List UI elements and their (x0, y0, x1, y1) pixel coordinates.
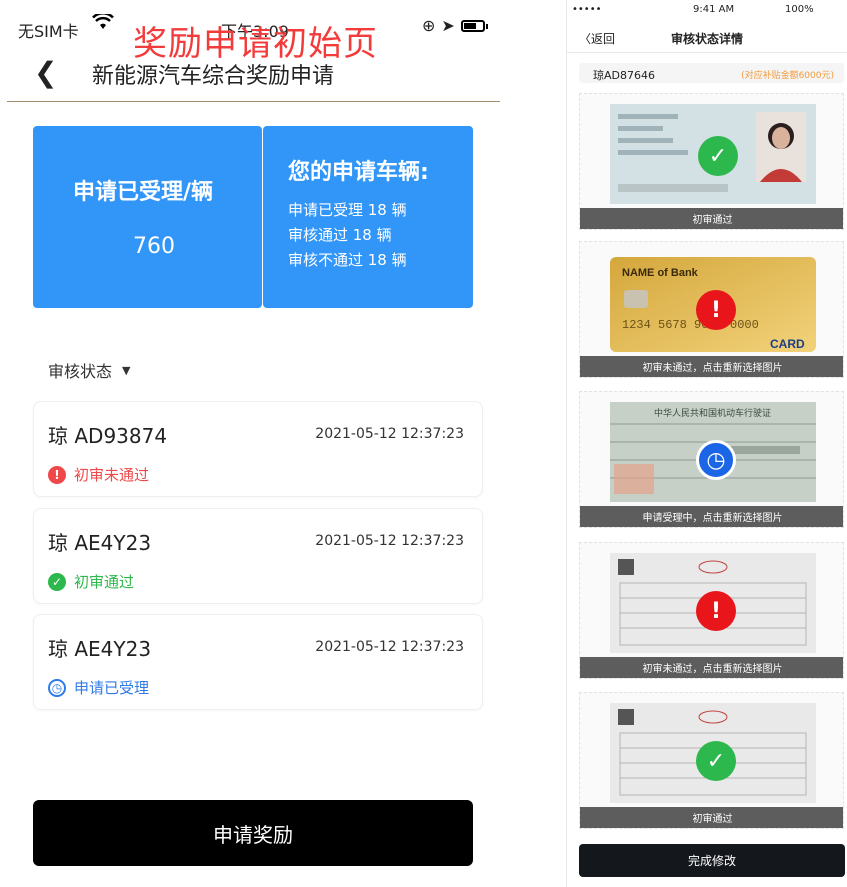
nav-bar: 〈返回 审核状态详情 (567, 24, 847, 54)
vehicles-title: 您的申请车辆: (288, 160, 429, 185)
accepted-card: 申请已受理/辆 760 (33, 126, 262, 308)
finish-edit-button[interactable]: 完成修改 (579, 844, 845, 877)
record-datetime: 2021-05-12 12:37:23 (315, 426, 464, 442)
clock-icon: ◷ (48, 678, 66, 697)
document-slot-bank-card[interactable]: NAME of Bank 1234 5678 9000 0000 CARD ! … (579, 241, 844, 378)
record-status-label: 申请已受理 (74, 679, 150, 697)
record-status: ✓ 初审通过 (48, 571, 134, 592)
check-icon: ✓ (48, 572, 66, 591)
subsidy-amount: (对应补贴金额6000元) (741, 71, 834, 81)
record-status: ◷ 申请已受理 (48, 677, 149, 698)
signal-icon: ••••• (572, 4, 602, 15)
card-number: 1234 5678 9000 0000 (622, 318, 759, 332)
record-status-label: 初审通过 (74, 573, 135, 591)
caret-down-icon: ▼ (122, 363, 131, 377)
check-circle-icon: ✓ (696, 741, 736, 781)
accepted-label: 申请已受理/辆 (73, 180, 214, 205)
page-title: 审核状态详情 (671, 32, 744, 46)
location-icon: ➤ (441, 16, 455, 35)
back-chevron-icon[interactable]: ❮ (34, 56, 57, 89)
clock: 9:41 AM (693, 4, 735, 15)
document-slot-vehicle-license[interactable]: 中华人民共和国机动车行驶证 ◷ 申请受理中，点击重新选择图片 (579, 391, 844, 528)
accepted-count: 760 (133, 234, 175, 259)
record-card[interactable]: 琼 AE4Y23 2021-05-12 12:37:23 ◷ 申请已受理 (33, 614, 483, 710)
nav-bar: ❮ 新能源汽车综合奖励申请 (0, 52, 510, 100)
record-datetime: 2021-05-12 12:37:23 (315, 533, 464, 549)
approved-line: 审核通过 18 辆 (288, 226, 392, 244)
record-status: ! 初审未通过 (48, 464, 149, 485)
nav-divider (7, 101, 500, 102)
plate-number: 琼 AE4Y23 (48, 531, 152, 555)
license-title: 中华人民共和国机动车行驶证 (654, 407, 771, 419)
record-card[interactable]: 琼 AE4Y23 2021-05-12 12:37:23 ✓ 初审通过 (33, 508, 483, 604)
battery-icon (460, 19, 488, 32)
alert-circle-icon: ! (696, 591, 736, 631)
rejected-line: 审核不通过 18 辆 (288, 251, 407, 269)
left-screen: 无SIM卡 下午3:09 ⊕ ➤ 奖励申请初始页 ❮ 新能源汽车综合奖励申请 申… (0, 0, 510, 887)
vehicles-card: 您的申请车辆: 申请已受理 18 辆 审核通过 18 辆 审核不通过 18 辆 (263, 126, 473, 308)
carrier-label: 无SIM卡 (18, 22, 79, 41)
document-status: 初审通过 (580, 807, 843, 828)
battery-label: 100% (785, 4, 814, 15)
back-button[interactable]: 〈返回 (579, 30, 615, 47)
check-circle-icon: ✓ (698, 136, 738, 176)
plate-number: 琼AD87646 (593, 69, 655, 82)
document-slot-id-card[interactable]: ✓ 初审通过 (579, 93, 844, 230)
document-status: 初审未通过，点击重新选择图片 (580, 657, 843, 678)
accepted-line: 申请已受理 18 辆 (288, 201, 407, 219)
status-filter-label: 审核状态 (48, 362, 113, 381)
plate-number: 琼 AE4Y23 (48, 637, 152, 661)
document-slot-invoice[interactable]: ✓ 初审通过 (579, 692, 844, 829)
alert-icon: ! (48, 465, 66, 484)
page-title: 新能源汽车综合奖励申请 (92, 64, 335, 89)
plate-number: 琼 AD93874 (48, 424, 168, 448)
lock-rotation-icon: ⊕ (422, 16, 436, 35)
document-status: 初审未通过，点击重新选择图片 (580, 356, 843, 377)
nav-divider (567, 52, 847, 53)
status-bar: ••••• 9:41 AM 100% (567, 0, 847, 20)
document-slot-invoice[interactable]: ! 初审未通过，点击重新选择图片 (579, 542, 844, 679)
record-status-label: 初审未通过 (74, 466, 150, 484)
status-icons: ⊕ ➤ (422, 16, 488, 35)
card-label: CARD (770, 337, 805, 351)
bank-name: NAME of Bank (622, 267, 699, 279)
clock-circle-icon: ◷ (696, 440, 736, 480)
record-card[interactable]: 琼 AD93874 2021-05-12 12:37:23 ! 初审未通过 (33, 401, 483, 497)
document-status: 初审通过 (580, 208, 843, 229)
summary-card: 申请已受理/辆 760 您的申请车辆: 申请已受理 18 辆 审核通过 18 辆… (33, 126, 473, 308)
apply-reward-button[interactable]: 申请奖励 (33, 800, 473, 866)
plate-row: 琼AD87646 (对应补贴金额6000元) (579, 63, 844, 83)
status-filter-dropdown[interactable]: 审核状态 ▼ (48, 358, 130, 382)
right-screen: ••••• 9:41 AM 100% 〈返回 审核状态详情 琼AD87646 (… (566, 0, 847, 887)
alert-circle-icon: ! (696, 290, 736, 330)
record-datetime: 2021-05-12 12:37:23 (315, 639, 464, 655)
wifi-icon (92, 12, 114, 35)
document-status: 申请受理中，点击重新选择图片 (580, 506, 843, 527)
